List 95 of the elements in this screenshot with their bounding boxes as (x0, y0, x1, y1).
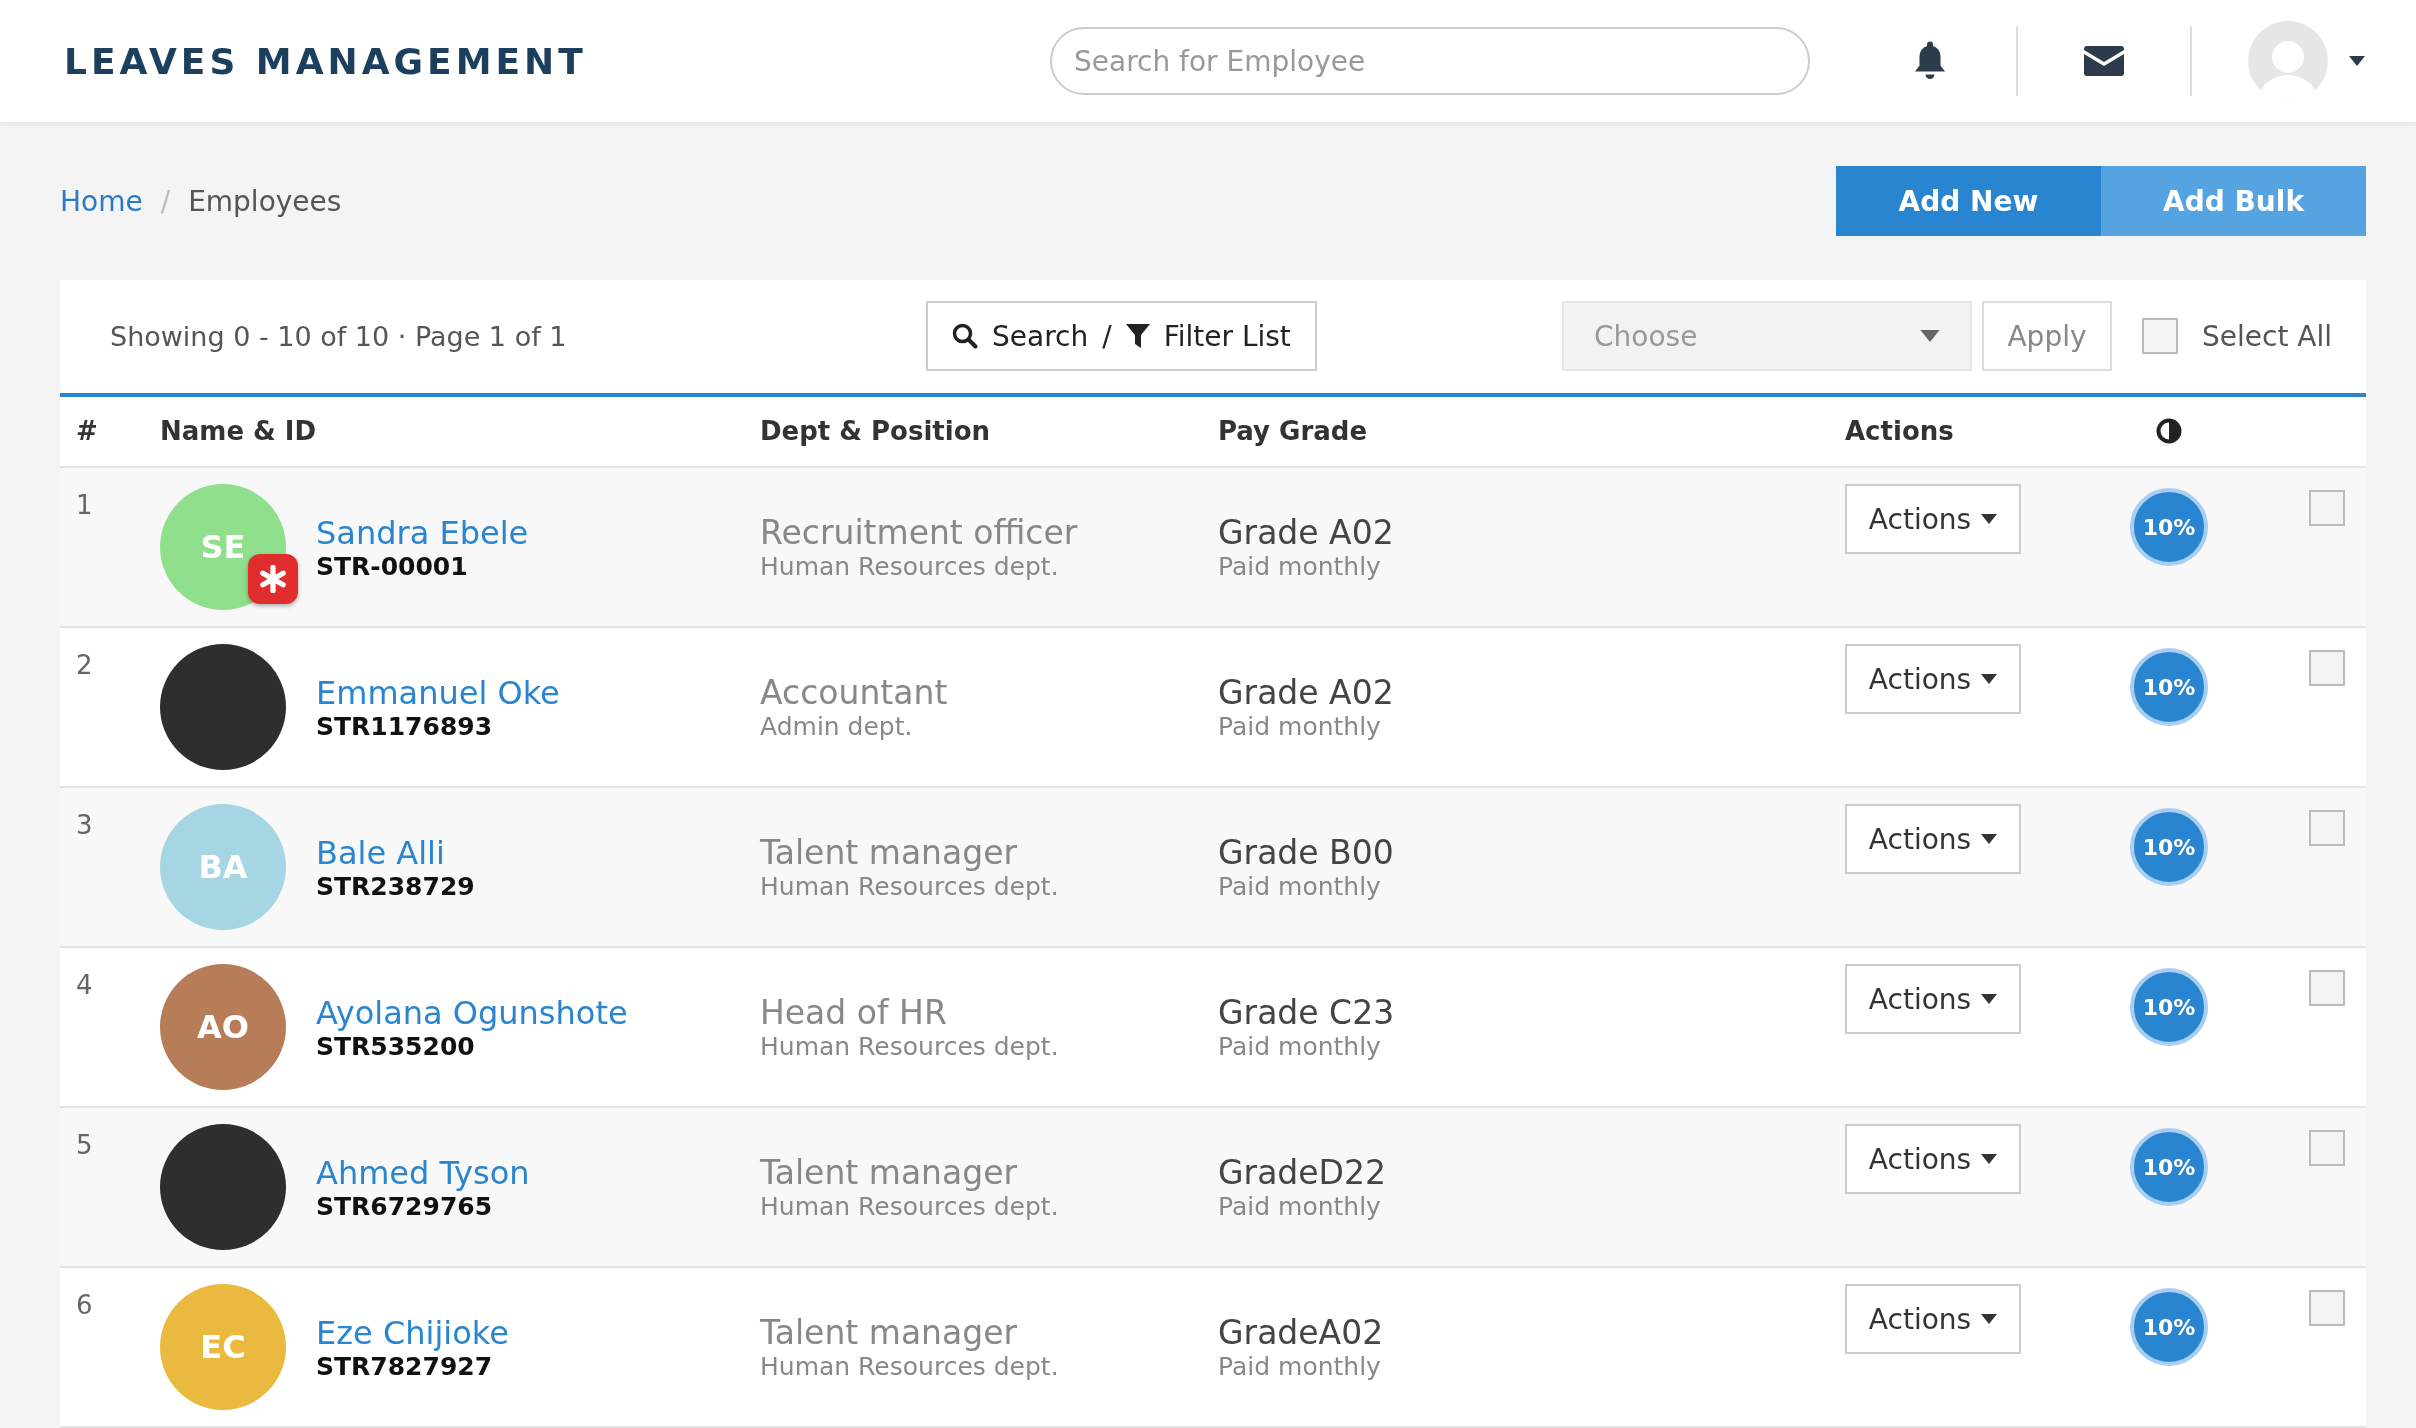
caret-icon (1981, 834, 1998, 844)
bell-icon[interactable] (1912, 41, 1948, 81)
department-text: Human Resources dept. (760, 872, 1060, 901)
row-checkbox[interactable] (2309, 490, 2345, 526)
employee-id: STR7827927 (316, 1351, 494, 1381)
pay-frequency-text: Paid monthly (1218, 1352, 1382, 1381)
pay-grade-text: Grade B00 (1218, 833, 1395, 872)
actions-dropdown-button[interactable]: Actions (1845, 1124, 2021, 1194)
actions-dropdown-button[interactable]: Actions (1845, 484, 2021, 554)
pay-frequency-text: Paid monthly (1218, 872, 1382, 901)
search-field[interactable]: Search for Employee (1050, 27, 1810, 95)
employee-name-link[interactable]: Emmanuel Oke (316, 673, 560, 712)
caret-icon (1981, 1154, 1998, 1164)
breadcrumb-link[interactable]: Home (60, 184, 143, 218)
row-number: 1 (76, 489, 94, 522)
select-all-label: Select All (2202, 319, 2332, 353)
employee-id: STR535200 (316, 1031, 476, 1061)
pay-frequency-text: Paid monthly (1218, 1032, 1382, 1061)
caret-icon (1981, 1314, 1998, 1324)
app-title: LEAVES MANAGEMENT (64, 40, 587, 82)
department-text: Human Resources dept. (760, 1192, 1060, 1221)
apply-button[interactable]: Apply (1982, 301, 2112, 372)
position-text: Recruitment officer (760, 513, 1079, 552)
position-text: Accountant (760, 673, 949, 712)
row-number: 6 (76, 1289, 94, 1322)
row-number: 5 (76, 1129, 94, 1162)
column-header: Name & ID (160, 416, 318, 447)
row-number: 4 (76, 969, 94, 1002)
actions-dropdown-button[interactable]: Actions (1845, 804, 2021, 874)
caret-icon (1981, 674, 1998, 684)
row-checkbox[interactable] (2309, 1290, 2345, 1326)
add-new-button[interactable]: Add New (1836, 166, 2101, 236)
position-text: Talent manager (760, 1153, 1019, 1192)
progress-badge: 10% (2130, 808, 2208, 886)
pay-frequency-text: Paid monthly (1218, 712, 1382, 741)
row-checkbox[interactable] (2309, 1130, 2345, 1166)
progress-badge: 10% (2130, 968, 2208, 1046)
caret-icon (1981, 994, 1998, 1004)
row-number: 2 (76, 649, 94, 682)
filter-icon (1125, 324, 1150, 349)
search-icon (952, 323, 978, 350)
employee-id: STR-00001 (316, 551, 469, 581)
row-checkbox[interactable] (2309, 810, 2345, 846)
pay-grade-text: Grade A02 (1218, 673, 1395, 712)
breadcrumb-separator: / (160, 184, 171, 218)
employee-name-link[interactable]: Sandra Ebele (316, 513, 529, 552)
pay-grade-text: GradeD22 (1218, 1153, 1387, 1192)
position-text: Talent manager (760, 833, 1019, 872)
pay-grade-text: Grade C23 (1218, 993, 1396, 1032)
column-header: Dept & Position (760, 416, 992, 447)
caret-icon (1920, 330, 1940, 343)
department-text: Human Resources dept. (760, 1352, 1060, 1381)
pay-frequency-text: Paid monthly (1218, 1192, 1382, 1221)
employee-name-link[interactable]: Ahmed Tyson (316, 1153, 530, 1192)
pay-grade-text: Grade A02 (1218, 513, 1395, 552)
employee-id: STR6729765 (316, 1191, 494, 1221)
column-header: Pay Grade (1218, 416, 1369, 447)
row-checkbox[interactable] (2309, 650, 2345, 686)
department-text: Admin dept. (760, 712, 914, 741)
progress-badge: 10% (2130, 648, 2208, 726)
progress-badge: 10% (2130, 1288, 2208, 1366)
column-header: Actions (1845, 416, 1955, 447)
row-number: 3 (76, 809, 94, 842)
search-filter-button[interactable]: Search / Filter List (926, 301, 1317, 372)
breadcrumb-current: Employees (188, 184, 342, 218)
position-text: Head of HR (760, 993, 948, 1032)
position-text: Talent manager (760, 1313, 1019, 1352)
avatar-initials: BA (198, 848, 248, 886)
actions-dropdown-button[interactable]: Actions (1845, 644, 2021, 714)
department-text: Human Resources dept. (760, 1032, 1060, 1061)
caret-icon (1981, 514, 1998, 524)
department-text: Human Resources dept. (760, 552, 1060, 581)
progress-badge: 10% (2130, 1128, 2208, 1206)
progress-badge: 10% (2130, 488, 2208, 566)
avatar-initials: EC (200, 1328, 246, 1366)
actions-dropdown-button[interactable]: Actions (1845, 1284, 2021, 1354)
employee-id: STR238729 (316, 871, 475, 901)
choose-dropdown[interactable]: Choose (1562, 301, 1972, 372)
avatar-initials: SE (200, 528, 246, 566)
employee-name-link[interactable]: Bale Alli (316, 833, 475, 872)
pagination-summary: Showing 0 - 10 of 10 · Page 1 of 1 (110, 320, 568, 352)
actions-dropdown-button[interactable]: Actions (1845, 964, 2021, 1034)
employee-id: STR1176893 (316, 711, 494, 741)
contrast-icon (2156, 418, 2182, 445)
mail-icon[interactable] (2084, 46, 2124, 76)
column-header: # (76, 416, 99, 447)
avatar-initials: AO (197, 1008, 249, 1046)
row-checkbox[interactable] (2309, 970, 2345, 1006)
pay-grade-text: GradeA02 (1218, 1313, 1385, 1352)
caret-icon[interactable] (2348, 56, 2366, 66)
select-all-checkbox[interactable] (2142, 318, 2178, 355)
employee-name-link[interactable]: Ayolana Ogunshote (316, 993, 628, 1032)
add-bulk-button[interactable]: Add Bulk (2101, 166, 2366, 236)
employee-name-link[interactable]: Eze Chijioke (316, 1313, 509, 1352)
pay-frequency-text: Paid monthly (1218, 552, 1382, 581)
